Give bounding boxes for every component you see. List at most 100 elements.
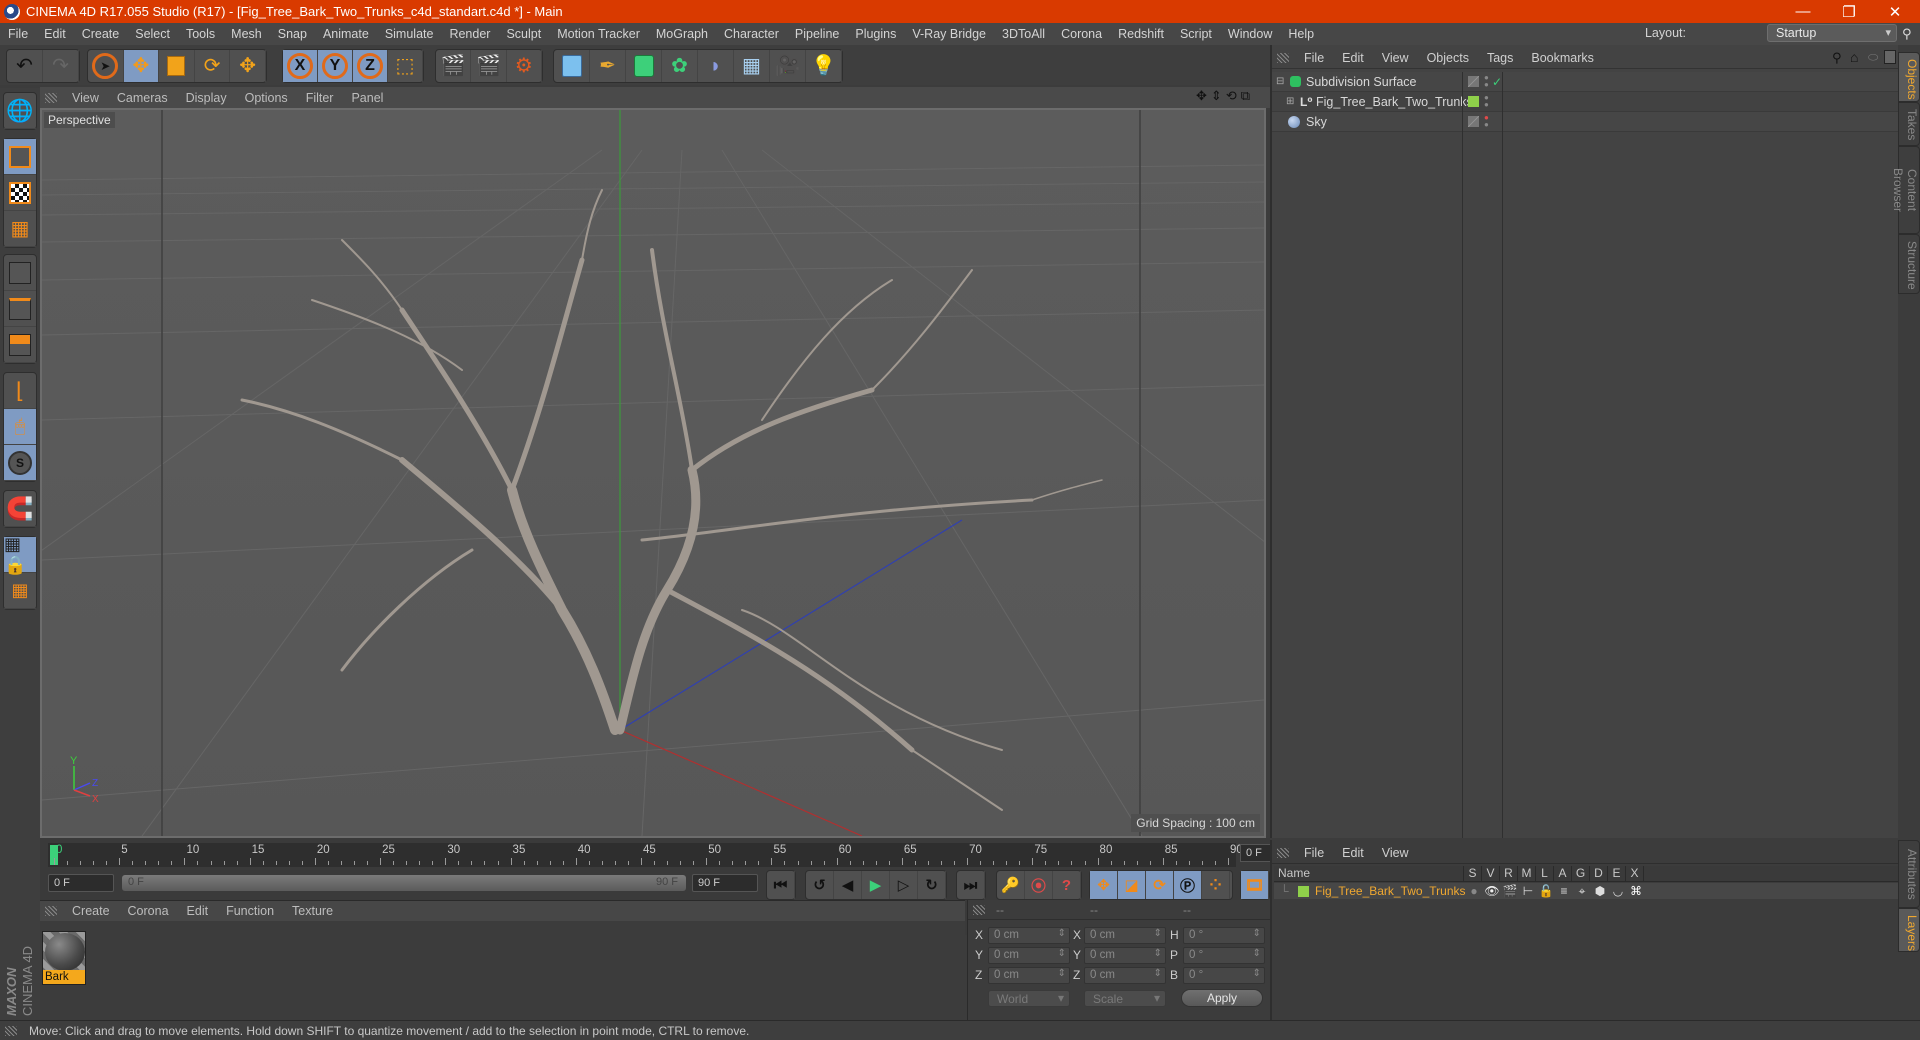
coordinate-space-dropdown[interactable]: World (988, 990, 1070, 1007)
autokey-button[interactable]: ⦿ (1025, 871, 1053, 899)
object-menu-edit[interactable]: Edit (1333, 51, 1373, 65)
floor-button[interactable]: ▦ (734, 50, 770, 82)
search-icon[interactable]: ⚲ (1902, 26, 1912, 42)
material-menu-texture[interactable]: Texture (283, 904, 342, 918)
column-locked[interactable]: L (1536, 866, 1554, 881)
menu-pipeline[interactable]: Pipeline (787, 27, 847, 41)
move-tool-button[interactable]: ✥ (123, 50, 160, 82)
menu-simulate[interactable]: Simulate (377, 27, 442, 41)
orbit-icon[interactable]: ⟲ (1226, 88, 1237, 104)
column-divider[interactable] (1502, 72, 1503, 838)
restore-button[interactable]: ❐ (1826, 0, 1872, 23)
layer-menu-view[interactable]: View (1373, 846, 1418, 860)
layer-swatch[interactable] (1468, 116, 1479, 127)
texture-mode-button[interactable] (4, 175, 36, 211)
generator-icon[interactable]: ⌖ (1573, 884, 1591, 899)
dolly-icon[interactable]: ⇕ (1211, 88, 1222, 104)
menu-help[interactable]: Help (1280, 27, 1322, 41)
tab-structure[interactable]: Structure (1898, 234, 1920, 294)
model-mode-button[interactable] (4, 139, 36, 175)
render-clapper-icon[interactable]: 🎬 (1501, 884, 1519, 898)
column-solo[interactable]: S (1464, 866, 1482, 881)
menu-window[interactable]: Window (1220, 27, 1280, 41)
tab-layers[interactable]: Layers (1898, 908, 1920, 952)
enable-axis-button[interactable]: ⌊ (4, 373, 36, 409)
menu-animate[interactable]: Animate (315, 27, 377, 41)
light-button[interactable]: 💡 (806, 50, 842, 82)
object-row-subdivision-surface[interactable]: ⊟ Subdivision Surface ● ● ✓ (1272, 72, 1898, 92)
column-divider[interactable] (1462, 72, 1463, 838)
tab-objects[interactable]: Objects (1898, 52, 1920, 102)
animation-icon[interactable]: ≡ (1555, 884, 1573, 898)
apply-button[interactable]: Apply (1181, 989, 1263, 1007)
pen-button[interactable]: ✒ (590, 50, 626, 82)
workplane-rotate-button[interactable]: ▦ (4, 573, 36, 609)
panel-grip-icon[interactable] (973, 904, 985, 915)
preview-range-slider[interactable]: 0 F 90 F (122, 875, 686, 891)
viewport-menu-filter[interactable]: Filter (297, 91, 343, 105)
timeline-ruler[interactable]: 0 5 10 15 20 25 30 35 40 45 50 55 60 65 70 75 80 85 90 (48, 843, 1243, 867)
polygons-mode-button[interactable] (4, 327, 36, 363)
menu-character[interactable]: Character (716, 27, 787, 41)
render-settings-button[interactable]: ⚙ (507, 50, 542, 82)
new-window-icon[interactable] (1884, 50, 1896, 64)
tab-content-browser[interactable]: Content Browser (1891, 146, 1920, 234)
search-icon[interactable]: ⚲ (1832, 50, 1842, 66)
menu-vray-bridge[interactable]: V-Ray Bridge (904, 27, 994, 41)
snap-button[interactable]: 🧲 (4, 491, 36, 527)
object-menu-file[interactable]: File (1295, 51, 1333, 65)
layout-dropdown[interactable]: Startup (1767, 24, 1897, 42)
material-menu-create[interactable]: Create (63, 904, 119, 918)
viewport-menu-options[interactable]: Options (236, 91, 297, 105)
size-x-field[interactable]: 0 cm (1084, 927, 1166, 944)
timeline-window-button[interactable]: 🎞 (1241, 871, 1269, 899)
column-animation[interactable]: A (1554, 866, 1572, 881)
live-selection-button[interactable]: ➤ (88, 50, 124, 82)
next-frame-button[interactable]: ▷ (890, 871, 918, 899)
menu-edit[interactable]: Edit (36, 27, 74, 41)
position-x-field[interactable]: 0 cm (988, 927, 1070, 944)
z-axis-button[interactable]: Z (353, 50, 388, 82)
goto-end-button[interactable]: ⏭ (957, 871, 985, 899)
object-menu-objects[interactable]: Objects (1418, 51, 1478, 65)
size-y-field[interactable]: 0 cm (1084, 947, 1166, 964)
record-keys-button[interactable]: 🔑 (997, 871, 1025, 899)
object-row-fig-tree[interactable]: ⊞ L⁰ Fig_Tree_Bark_Two_Trunks ● ● (1272, 92, 1898, 112)
workplane-lock-button[interactable]: ▦🔒 (4, 534, 36, 575)
viewport-menu-view[interactable]: View (63, 91, 108, 105)
camera-button[interactable]: 🎥 (770, 50, 806, 82)
visibility-dots-icon[interactable]: ● ● (1484, 114, 1489, 129)
menu-plugins[interactable]: Plugins (847, 27, 904, 41)
make-editable-button[interactable]: 🌐 (4, 93, 36, 129)
panel-grip-icon[interactable] (1277, 53, 1289, 63)
lock-icon[interactable]: 🔓 (1537, 884, 1555, 898)
minimize-button[interactable]: — (1780, 0, 1826, 23)
size-mode-dropdown[interactable]: Scale (1084, 990, 1166, 1007)
menu-sculpt[interactable]: Sculpt (498, 27, 549, 41)
key-parameter-button[interactable]: Ⓟ (1174, 871, 1202, 899)
column-name[interactable]: Name (1274, 866, 1464, 881)
size-z-field[interactable]: 0 cm (1084, 967, 1166, 984)
undo-button[interactable]: ↶ (7, 50, 43, 82)
menu-tools[interactable]: Tools (178, 27, 223, 41)
collapse-icon[interactable]: ⊟ (1276, 76, 1284, 87)
cube-button[interactable] (554, 50, 590, 82)
render-view-button[interactable]: 🎬 (436, 50, 472, 82)
subdivision-surface-button[interactable] (626, 50, 662, 82)
menu-snap[interactable]: Snap (270, 27, 315, 41)
column-generators[interactable]: G (1572, 866, 1590, 881)
menu-script[interactable]: Script (1172, 27, 1220, 41)
close-button[interactable]: ✕ (1872, 0, 1918, 23)
panel-grip-icon[interactable] (45, 906, 57, 916)
eye-icon[interactable]: ⬭ (1868, 50, 1878, 65)
solo-button[interactable]: S (4, 445, 36, 481)
panel-grip-icon[interactable] (5, 1025, 17, 1036)
rotate-tool-button[interactable]: ⟳ (195, 50, 231, 82)
tweak-mode-button[interactable]: 🖱 (4, 409, 36, 445)
start-frame-field[interactable]: 0 F (48, 874, 114, 892)
end-frame-field[interactable]: 90 F (692, 874, 758, 892)
tab-attributes[interactable]: Attributes (1898, 840, 1920, 908)
material-menu-corona[interactable]: Corona (119, 904, 178, 918)
object-row-sky[interactable]: Sky ● ● (1272, 112, 1898, 132)
layer-menu-edit[interactable]: Edit (1333, 846, 1373, 860)
